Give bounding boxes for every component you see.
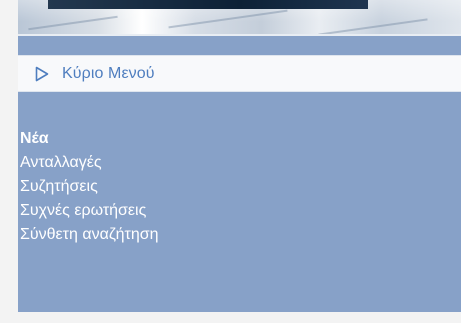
header-banner-image (18, 0, 461, 36)
nav-item-exchanges[interactable]: Ανταλλαγές (20, 151, 159, 175)
nav-item-discussions[interactable]: Συζητήσεις (20, 175, 159, 199)
nav-item-faq[interactable]: Συχνές ερωτήσεις (20, 199, 159, 223)
sidebar-panel: Κύριο Μενού Νέα Ανταλλαγές Συζητήσεις Συ… (18, 0, 461, 312)
main-menu-label: Κύριο Μενού (62, 64, 155, 82)
triangle-right-icon (35, 66, 49, 82)
main-menu-button[interactable]: Κύριο Μενού (18, 55, 461, 92)
nav-list: Νέα Ανταλλαγές Συζητήσεις Συχνές ερωτήσε… (20, 127, 159, 247)
nav-item-advanced-search[interactable]: Σύνθετη αναζήτηση (20, 223, 159, 247)
nav-item-news[interactable]: Νέα (20, 127, 159, 151)
